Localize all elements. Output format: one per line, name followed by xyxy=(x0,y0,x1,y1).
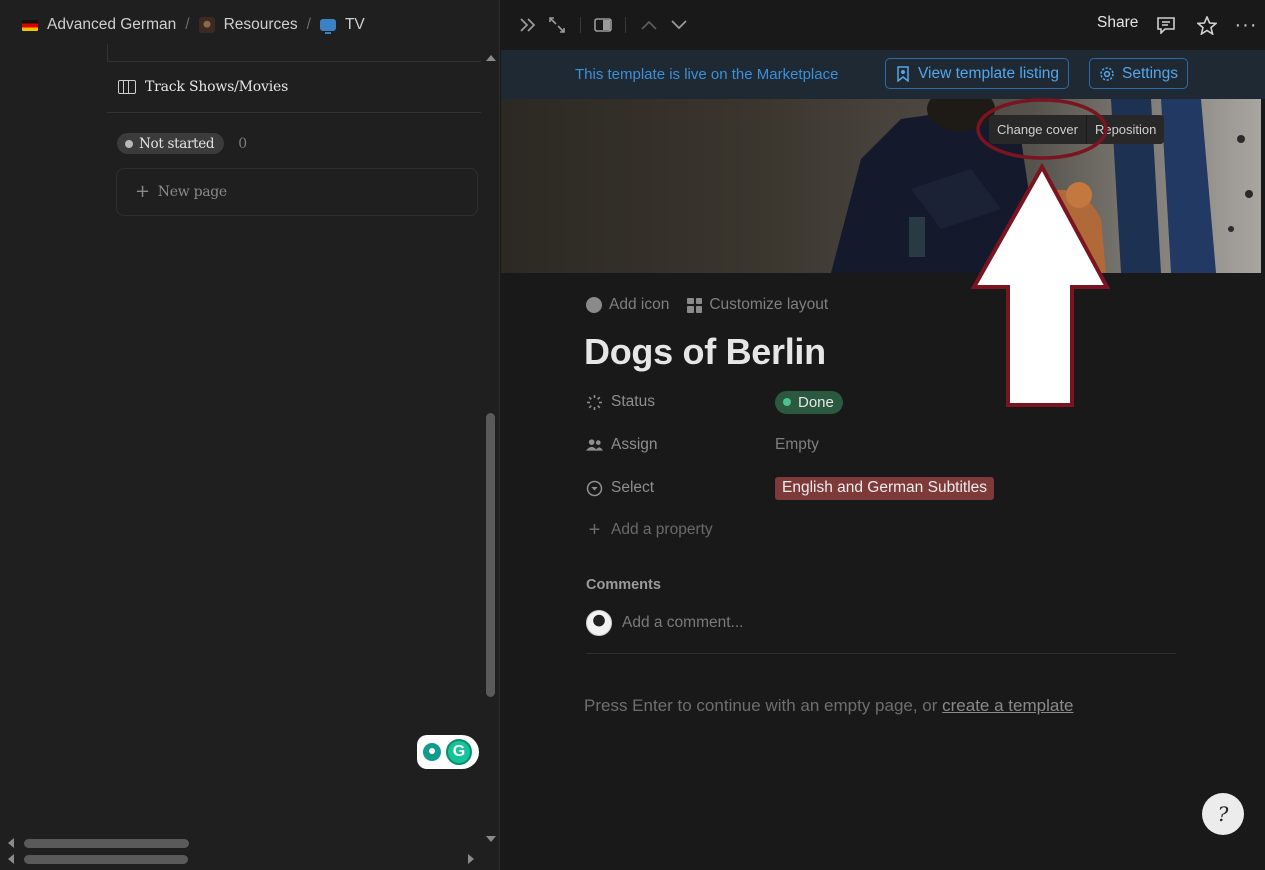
property-label-text: Status xyxy=(611,393,655,410)
horizontal-scrollbar[interactable] xyxy=(24,839,189,848)
chevron-up-icon[interactable] xyxy=(640,14,658,36)
collapse-sidebar-icon[interactable] xyxy=(519,14,537,36)
horizontal-scrollbar[interactable] xyxy=(24,855,188,864)
breadcrumb-separator: / xyxy=(306,16,311,33)
property-row-assign: Assign Empty xyxy=(586,432,819,458)
marketplace-banner: This template is live on the Marketplace… xyxy=(501,50,1265,99)
divider xyxy=(107,44,108,62)
up-arrow-icon xyxy=(970,162,1111,407)
listing-icon xyxy=(897,65,909,82)
avatar xyxy=(586,610,612,636)
group-status-pill[interactable]: Not started xyxy=(117,133,225,154)
divider xyxy=(107,112,481,113)
property-label-text: Assign xyxy=(611,436,658,453)
smiley-icon xyxy=(586,297,602,313)
customize-layout-button[interactable]: Customize layout xyxy=(687,296,828,314)
new-page-label: New page xyxy=(157,184,227,200)
divider xyxy=(586,653,1176,654)
view-tab-track-shows[interactable]: Track Shows/Movies xyxy=(118,79,288,95)
settings-button[interactable]: Settings xyxy=(1089,58,1189,89)
scroll-up-arrow-icon[interactable] xyxy=(486,55,496,61)
share-button[interactable]: Share xyxy=(1097,14,1138,32)
property-label[interactable]: Status xyxy=(586,393,775,411)
breadcrumb-item-resources[interactable]: Resources xyxy=(198,16,298,34)
status-icon xyxy=(586,394,603,411)
group-label: Not started xyxy=(139,135,215,152)
property-row-status: Status Done xyxy=(586,389,843,415)
more-options-icon[interactable]: ··· xyxy=(1235,14,1257,36)
settings-label: Settings xyxy=(1122,64,1179,82)
plus-icon: + xyxy=(588,518,601,541)
page-title[interactable]: Dogs of Berlin xyxy=(584,331,826,373)
help-button[interactable]: ? xyxy=(1202,793,1244,835)
property-label-text: Select xyxy=(611,479,655,496)
add-icon-label: Add icon xyxy=(609,296,670,313)
help-icon: ? xyxy=(1217,802,1229,826)
status-value: Done xyxy=(798,393,834,411)
breadcrumb-label: Resources xyxy=(223,16,298,33)
create-template-link[interactable]: create a template xyxy=(942,696,1073,715)
star-icon[interactable] xyxy=(1197,14,1217,36)
view-template-listing-button[interactable]: View template listing xyxy=(885,58,1070,89)
scroll-right-arrow-icon[interactable] xyxy=(468,854,474,864)
hint-text: Press Enter to continue with an empty pa… xyxy=(584,696,943,715)
breadcrumb-label: TV xyxy=(344,16,365,33)
empty-page-hint: Press Enter to continue with an empty pa… xyxy=(584,696,1074,716)
banner-text: This template is live on the Marketplace xyxy=(575,66,839,83)
resources-icon xyxy=(198,17,215,33)
scroll-left-arrow-icon[interactable] xyxy=(8,838,14,848)
add-icon-button[interactable]: Add icon xyxy=(586,296,669,314)
board-view-icon xyxy=(118,80,136,94)
expand-icon[interactable] xyxy=(548,14,566,36)
add-property-label: Add a property xyxy=(611,521,713,538)
lightbulb-icon xyxy=(423,743,441,761)
status-dot-icon xyxy=(125,139,133,148)
select-icon xyxy=(586,480,603,497)
new-page-button[interactable]: + New page xyxy=(116,168,478,216)
german-flag-icon xyxy=(22,19,38,31)
side-peek-icon[interactable] xyxy=(594,14,612,36)
divider xyxy=(107,61,481,62)
left-pane: Advanced German / Resources / TV Track S… xyxy=(0,0,500,870)
divider xyxy=(625,17,626,33)
highlight-ellipse xyxy=(976,98,1108,160)
property-label[interactable]: Select xyxy=(586,479,775,497)
chevron-down-icon[interactable] xyxy=(670,14,688,36)
property-label[interactable]: Assign xyxy=(586,436,775,454)
breadcrumb-item-tv[interactable]: TV xyxy=(319,16,365,34)
property-row-select: Select English and German Subtitles xyxy=(586,475,995,501)
board-group-header: Not started 0 xyxy=(117,133,247,154)
grammarly-widget[interactable]: G xyxy=(417,735,479,769)
breadcrumb-separator: / xyxy=(185,16,190,33)
view-tab-label: Track Shows/Movies xyxy=(145,79,289,95)
status-badge[interactable]: Done xyxy=(775,390,843,414)
comment-input[interactable]: Add a comment... xyxy=(622,614,743,632)
view-template-listing-label: View template listing xyxy=(918,64,1060,82)
breadcrumb-item-advanced-german[interactable]: Advanced German xyxy=(22,16,176,34)
gear-icon xyxy=(1100,66,1114,81)
divider xyxy=(580,17,581,33)
status-dot-icon xyxy=(783,398,791,406)
add-property: + Add a property xyxy=(586,518,775,541)
add-property-button[interactable]: + Add a property xyxy=(586,517,775,543)
customize-layout-label: Customize layout xyxy=(709,296,829,313)
comments-icon[interactable] xyxy=(1156,14,1176,36)
plus-icon: + xyxy=(135,181,150,202)
breadcrumb-label: Advanced German xyxy=(47,16,177,33)
select-tag[interactable]: English and German Subtitles xyxy=(775,476,995,500)
group-count: 0 xyxy=(238,135,248,152)
scroll-left-arrow-icon[interactable] xyxy=(8,854,14,864)
assign-value[interactable]: Empty xyxy=(775,436,819,454)
top-bar: Share ··· xyxy=(501,0,1265,50)
scroll-down-arrow-icon[interactable] xyxy=(486,836,496,842)
vertical-scrollbar[interactable] xyxy=(486,413,495,697)
tv-icon xyxy=(319,19,336,34)
breadcrumb: Advanced German / Resources / TV xyxy=(22,13,365,37)
people-icon xyxy=(586,437,603,454)
page-actions: Add icon Customize layout xyxy=(586,296,828,314)
grammarly-icon: G xyxy=(446,739,472,765)
comments-heading: Comments xyxy=(586,577,661,593)
annotation-overlay xyxy=(970,98,1111,407)
layout-icon xyxy=(687,297,703,313)
